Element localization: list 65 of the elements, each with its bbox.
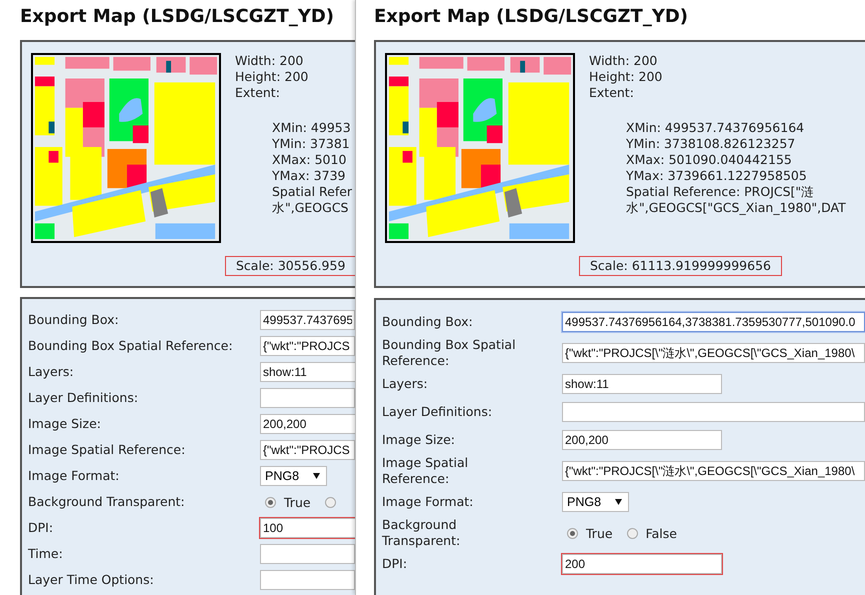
field-label: Layer Definitions: xyxy=(28,390,140,406)
extent-text: YMin: 37381 xyxy=(272,136,351,152)
radio-option[interactable]: True xyxy=(567,526,613,540)
field-label: Bounding Box Spatial Reference: xyxy=(382,337,517,369)
field-label: DPI: xyxy=(28,520,54,536)
input-field[interactable] xyxy=(562,402,865,422)
input-field[interactable]: 499537.74376956164,3738381.7359530777,501090.0 xyxy=(562,312,865,332)
radio-option[interactable] xyxy=(324,496,336,508)
input-field[interactable]: show:11 xyxy=(562,374,722,394)
input-field[interactable]: {"wkt":"PROJCS xyxy=(260,336,355,356)
field-label: Time: xyxy=(28,546,64,562)
input-field[interactable]: show:11 xyxy=(260,362,355,382)
field-label: Image Format: xyxy=(28,468,120,484)
field-label: Layer Time Options: xyxy=(28,572,155,588)
format-dropdown[interactable]: PNG8 xyxy=(562,492,630,512)
input-field[interactable]: {"wkt":"PROJCS xyxy=(260,440,355,460)
radio-option[interactable]: False xyxy=(626,526,677,540)
field-label: Layers: xyxy=(28,364,75,380)
map-info-text: Extent: xyxy=(589,85,635,101)
field-label: Image Format: xyxy=(382,494,474,510)
field-label: Bounding Box: xyxy=(28,312,120,328)
field-label: Background Transparent: xyxy=(28,494,186,510)
extent-text: Spatial Reference: PROJCS["涟 xyxy=(626,184,816,200)
highlighted-scale-text: Scale: 61113.919999999656 xyxy=(579,256,782,276)
input-field[interactable]: {"wkt":"PROJCS[\"涟水\",GEOGCS[\"GCS_Xian_1980\ xyxy=(562,343,865,363)
field-label: Image Spatial Reference: xyxy=(382,455,470,487)
field-label: Layer Definitions: xyxy=(382,404,494,420)
extent-text: 水",GEOGCS["GCS_Xian_1980",DAT xyxy=(626,200,847,216)
page-title: Export Map (LSDG/LSCGZT_YD) xyxy=(374,5,690,29)
input-field[interactable]: 200,200 xyxy=(260,414,355,434)
extent-text: XMax: 501090.040442155 xyxy=(626,152,793,168)
map-info-text: Height: 200 xyxy=(235,69,310,85)
field-label: Bounding Box: xyxy=(382,314,474,330)
highlighted-input-field[interactable]: 100 xyxy=(260,518,355,538)
field-label: DPI: xyxy=(382,556,408,572)
highlighted-input-field[interactable]: 200 xyxy=(562,554,722,574)
map-info-text: Extent: xyxy=(235,85,281,101)
input-field[interactable]: 200,200 xyxy=(562,430,722,450)
extent-text: XMax: 5010 xyxy=(272,152,348,168)
caret-icon xyxy=(313,473,320,479)
extent-text: XMin: 49953 xyxy=(272,120,352,136)
map-info-text: Height: 200 xyxy=(589,69,664,85)
input-field[interactable]: {"wkt":"PROJCS[\"涟水\",GEOGCS[\"GCS_Xian_1980\ xyxy=(562,461,865,481)
extent-text: 水",GEOGCS xyxy=(272,200,350,216)
extent-text: YMax: 3739 xyxy=(272,168,346,184)
field-label: Image Size: xyxy=(28,416,102,432)
field-label: Layers: xyxy=(382,376,429,392)
page-title: Export Map (LSDG/LSCGZT_YD) xyxy=(20,5,336,29)
map-info-text: Width: 200 xyxy=(589,53,658,69)
field-label: Bounding Box Spatial Reference: xyxy=(28,338,234,354)
extent-text: YMin: 3738108.826123257 xyxy=(626,136,796,152)
map-info-text: Width: 200 xyxy=(235,53,304,69)
input-field[interactable] xyxy=(260,388,355,408)
input-field[interactable] xyxy=(260,570,355,590)
radio-option[interactable]: True xyxy=(265,494,311,510)
field-label: Background Transparent: xyxy=(382,517,462,549)
extent-text: Spatial Refer xyxy=(272,184,354,200)
format-dropdown[interactable]: PNG8 xyxy=(260,466,328,486)
extent-text: YMax: 3739661.1227958505 xyxy=(626,168,808,184)
field-label: Image Size: xyxy=(382,432,456,448)
caret-icon xyxy=(615,499,622,505)
highlighted-scale-text: Scale: 30556.959 xyxy=(225,256,355,276)
input-field[interactable] xyxy=(260,544,355,564)
field-label: Image Spatial Reference: xyxy=(28,442,186,458)
extent-text: XMin: 499537.74376956164 xyxy=(626,120,806,136)
